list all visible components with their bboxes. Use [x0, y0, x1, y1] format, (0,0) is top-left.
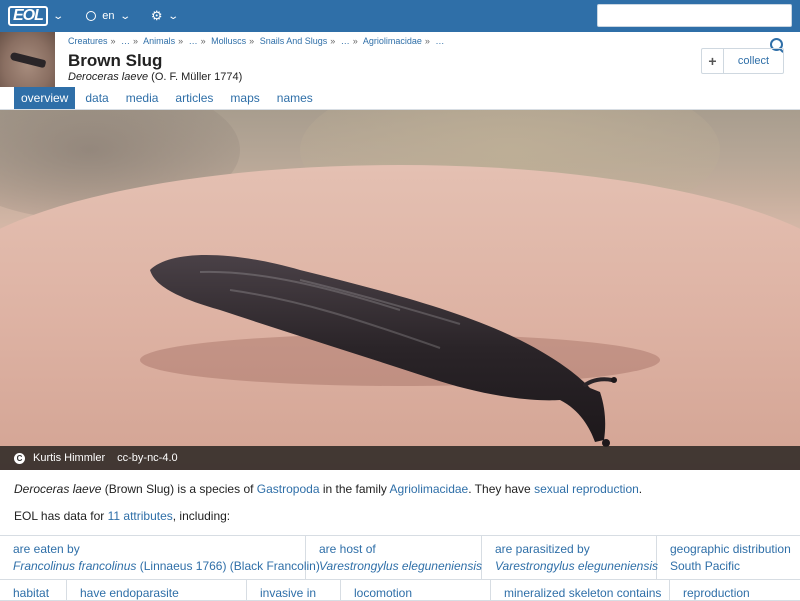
language-label: en: [102, 10, 115, 22]
attribute-cell[interactable]: are eaten by Francolinus francolinus (Li…: [0, 536, 320, 580]
attribute-value-rest: (Linnaeus 1766) (Black Francolin): [136, 559, 320, 573]
attribute-value-sci: Varestrongylus eleguneniensis: [319, 559, 482, 573]
breadcrumb-item[interactable]: Creatures: [68, 36, 108, 46]
attribute-predicate: geographic distribution: [670, 542, 791, 556]
breadcrumb: Creatures» …» Animals» …» Molluscs» Snai…: [68, 36, 445, 46]
plus-icon: +: [702, 49, 724, 73]
attribute-value: Varestrongylus eleguneniensis: [319, 559, 482, 573]
tab-overview[interactable]: overview: [14, 87, 76, 109]
attribute-predicate: locomotion: [354, 586, 413, 600]
globe-icon: [86, 11, 97, 21]
attributes-link[interactable]: 11 attributes: [108, 509, 173, 523]
chevron-down-icon: ⌄: [118, 10, 131, 22]
attribute-cell[interactable]: mineralized skeleton contains: [491, 580, 670, 601]
link-family[interactable]: Agriolimacidae: [390, 482, 469, 496]
scientific-name-binomial: Deroceras laeve: [68, 71, 149, 83]
taxon-thumbnail[interactable]: [0, 32, 55, 87]
breadcrumb-item[interactable]: …: [435, 36, 444, 46]
data-summary-prefix: EOL has data for: [14, 509, 108, 523]
page-title: Brown Slug: [68, 51, 163, 70]
link-trait[interactable]: sexual reproduction: [534, 482, 639, 496]
scientific-name-authority: (O. F. Müller 1774): [151, 71, 243, 83]
data-summary: EOL has data for 11 attributes, includin…: [14, 509, 230, 523]
tab-media[interactable]: media: [119, 87, 166, 109]
breadcrumb-item[interactable]: Snails And Slugs: [260, 36, 328, 46]
attribute-cell[interactable]: invasive in: [247, 580, 341, 601]
chevron-down-icon[interactable]: ⌄: [52, 11, 64, 22]
collect-button[interactable]: + collect: [701, 48, 784, 74]
breadcrumb-item[interactable]: …: [341, 36, 350, 46]
summary-text: .: [638, 482, 643, 496]
attribute-predicate: are host of: [319, 542, 376, 556]
breadcrumb-item[interactable]: Animals: [143, 36, 175, 46]
breadcrumb-item[interactable]: Molluscs: [211, 36, 246, 46]
license-icon[interactable]: C: [14, 452, 25, 464]
breadcrumb-item[interactable]: …: [121, 36, 130, 46]
attribute-value: Varestrongylus eleguneniensis: [495, 559, 658, 573]
slug-photo: [140, 255, 660, 447]
top-navbar: EOL ⌄ en ⌄ ⚙ ⌄: [0, 0, 800, 32]
breadcrumb-item[interactable]: Agriolimacidae: [363, 36, 422, 46]
image-license[interactable]: cc-by-nc-4.0: [117, 452, 178, 464]
taxon-header: Creatures» …» Animals» …» Molluscs» Snai…: [0, 32, 800, 87]
summary-text: (Brown Slug) is a species of: [104, 482, 257, 496]
attribute-value-sci: Varestrongylus eleguneniensis: [495, 559, 658, 573]
attribute-cell[interactable]: are parasitized by Varestrongylus elegun…: [482, 536, 658, 580]
hero-image[interactable]: [0, 110, 800, 470]
settings-menu[interactable]: ⚙ ⌄: [150, 8, 179, 24]
attribute-predicate: are parasitized by: [495, 542, 590, 556]
data-summary-suffix: , including:: [172, 509, 231, 523]
attribute-predicate: habitat: [13, 586, 50, 600]
attribute-cell[interactable]: have endoparasite: [67, 580, 247, 601]
summary-species: Deroceras laeve: [14, 482, 102, 496]
image-author[interactable]: Kurtis Himmler: [33, 452, 105, 464]
link-gastropoda[interactable]: Gastropoda: [257, 482, 320, 496]
attribute-cell[interactable]: are host of Varestrongylus eleguneniensi…: [306, 536, 482, 580]
attribute-predicate: mineralized skeleton contains: [504, 586, 662, 600]
chevron-down-icon: ⌄: [166, 10, 179, 22]
attribute-predicate: invasive in: [260, 586, 317, 600]
image-attribution: C Kurtis Himmler cc-by-nc-4.0: [0, 446, 800, 470]
tab-names[interactable]: names: [270, 87, 320, 109]
attribute-predicate: reproduction: [683, 586, 750, 600]
scientific-name: Deroceras laeve (O. F. Müller 1774): [68, 71, 242, 83]
attribute-grid: are eaten by Francolinus francolinus (Li…: [0, 535, 800, 601]
language-selector[interactable]: en ⌄: [86, 10, 131, 22]
attribute-value: South Pacific: [670, 559, 741, 573]
summary-text: . They have: [468, 482, 535, 496]
tab-maps[interactable]: maps: [223, 87, 266, 109]
breadcrumb-item[interactable]: …: [189, 36, 198, 46]
tab-data[interactable]: data: [78, 87, 115, 109]
attribute-cell[interactable]: reproduction: [670, 580, 800, 601]
attribute-cell[interactable]: geographic distribution South Pacific: [657, 536, 800, 580]
search-input[interactable]: [597, 4, 792, 27]
attribute-value-sci: Francolinus francolinus: [13, 559, 137, 573]
summary-text: in the family: [319, 482, 390, 496]
page-tabs: overview data media articles maps names: [14, 87, 323, 109]
tab-articles[interactable]: articles: [168, 87, 220, 109]
attribute-cell[interactable]: locomotion: [341, 580, 491, 601]
attribute-predicate: have endoparasite: [80, 586, 179, 600]
attribute-predicate: are eaten by: [13, 542, 80, 556]
taxon-summary: Deroceras laeve (Brown Slug) is a specie…: [14, 482, 642, 496]
eol-logo[interactable]: EOL: [8, 6, 48, 26]
gear-icon: ⚙: [150, 8, 163, 23]
attribute-value: Francolinus francolinus (Linnaeus 1766) …: [13, 559, 320, 573]
attribute-cell[interactable]: habitat: [0, 580, 67, 601]
collect-label: collect: [737, 55, 770, 67]
